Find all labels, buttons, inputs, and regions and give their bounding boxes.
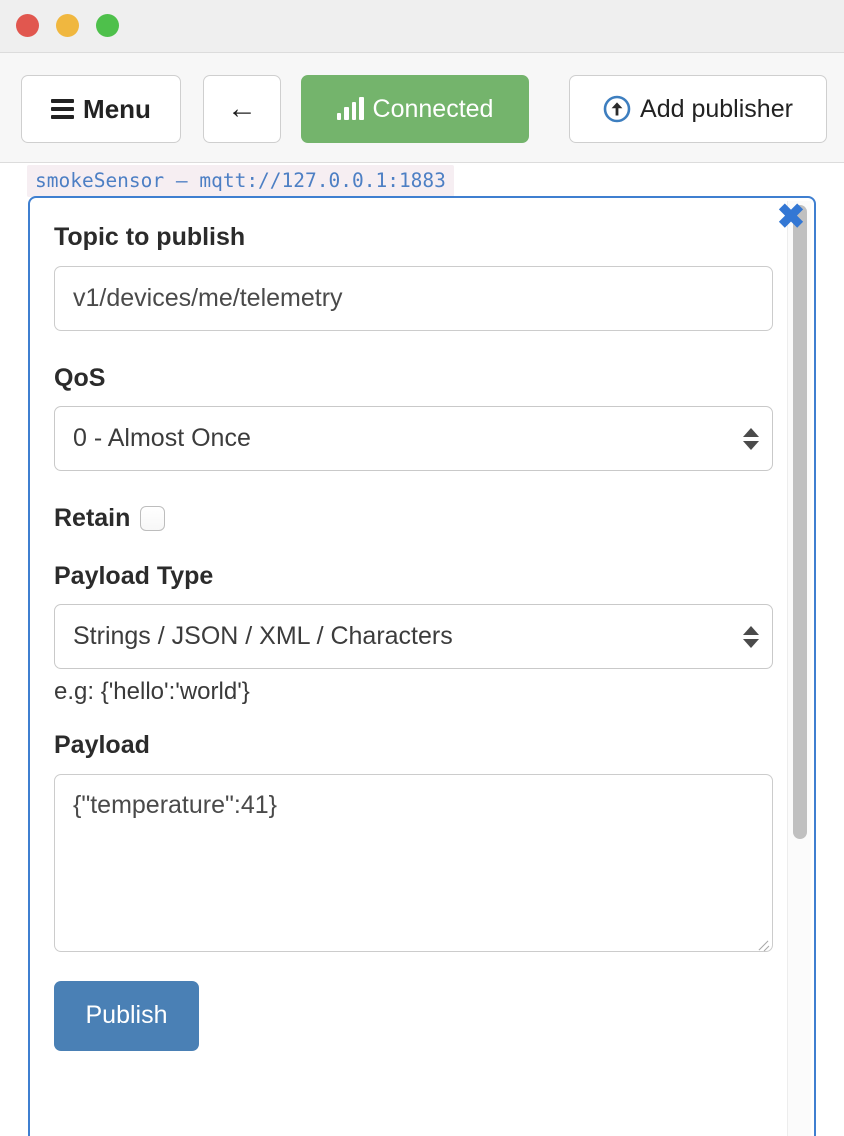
publisher-panel: ✖ Topic to publish QoS 0 - Almost Once R… (28, 196, 816, 1136)
close-icon[interactable]: ✖ (774, 200, 808, 234)
qos-select-value: 0 - Almost Once (54, 406, 773, 471)
menu-button-label: Menu (83, 94, 151, 125)
back-button[interactable]: ← (203, 75, 281, 143)
add-publisher-button[interactable]: Add publisher (569, 75, 827, 143)
circle-arrow-up-icon (603, 95, 631, 123)
app-window: Menu ← Connected Add publisher smokeSens… (0, 0, 844, 1136)
topic-input[interactable] (54, 266, 773, 331)
topic-label: Topic to publish (54, 224, 762, 252)
panel-scrollbar[interactable] (787, 201, 811, 1136)
connection-label-row: smokeSensor – mqtt://127.0.0.1:1883 (0, 164, 844, 196)
payload-textarea-wrap (54, 774, 773, 952)
toolbar: Menu ← Connected Add publisher (0, 53, 844, 163)
connection-status-button[interactable]: Connected (301, 75, 529, 143)
hamburger-icon (51, 99, 74, 119)
window-minimize-button[interactable] (56, 14, 79, 37)
panel-scrollbar-thumb[interactable] (793, 205, 807, 839)
qos-label: QoS (54, 365, 762, 393)
window-titlebar (0, 0, 844, 53)
arrow-left-icon: ← (227, 94, 257, 124)
window-zoom-button[interactable] (96, 14, 119, 37)
traffic-lights (16, 14, 119, 37)
retain-label: Retain (54, 505, 130, 533)
payload-type-hint: e.g: {'hello':'world'} (54, 678, 762, 706)
qos-select[interactable]: 0 - Almost Once (54, 406, 773, 471)
window-close-button[interactable] (16, 14, 39, 37)
connection-endpoint-label: smokeSensor – mqtt://127.0.0.1:1883 (27, 165, 454, 197)
payload-textarea[interactable] (54, 774, 773, 952)
payload-type-label: Payload Type (54, 563, 762, 591)
connection-status-label: Connected (373, 95, 494, 124)
retain-checkbox[interactable] (140, 506, 165, 531)
menu-button[interactable]: Menu (21, 75, 181, 143)
publisher-form: Topic to publish QoS 0 - Almost Once Ret… (30, 198, 786, 1136)
signal-bars-icon (337, 98, 364, 120)
publish-button[interactable]: Publish (54, 981, 199, 1051)
add-publisher-label: Add publisher (640, 95, 793, 124)
retain-row: Retain (54, 505, 762, 533)
payload-label: Payload (54, 732, 762, 760)
payload-type-select[interactable]: Strings / JSON / XML / Characters (54, 604, 773, 669)
payload-type-select-value: Strings / JSON / XML / Characters (54, 604, 773, 669)
